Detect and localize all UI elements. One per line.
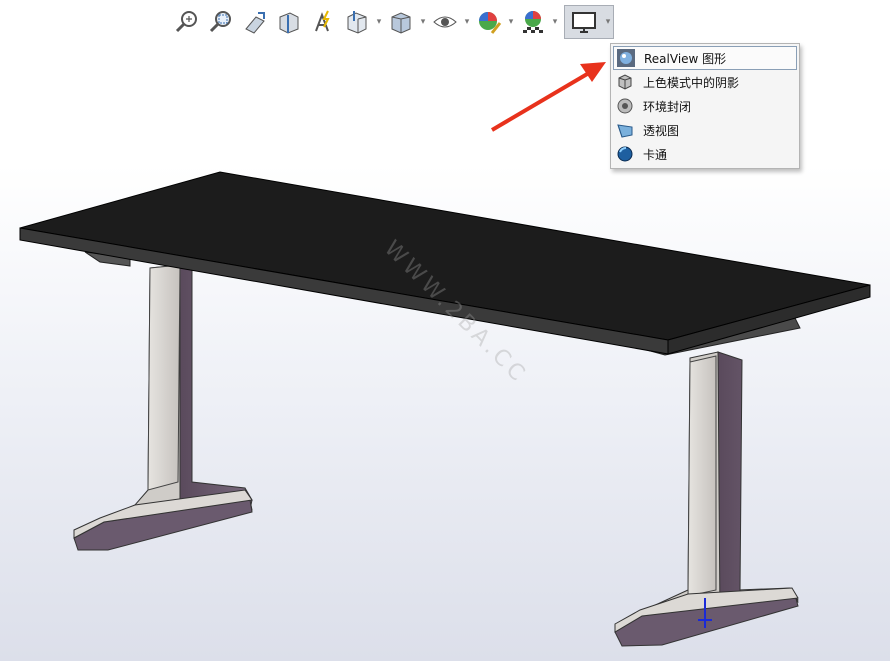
left-leg — [73, 264, 253, 551]
view-settings-dropdown[interactable]: ▾ — [603, 6, 613, 38]
menu-item-label: RealView 图形 — [644, 51, 727, 66]
menu-item-label: 上色模式中的阴影 — [643, 75, 740, 90]
hide-show-items-dropdown[interactable]: ▾ — [462, 5, 472, 39]
annotation-arrow — [490, 62, 606, 132]
view-settings-button[interactable] — [565, 6, 603, 38]
menu-item-label: 环境封闭 — [643, 99, 692, 114]
view-orientation-icon — [347, 11, 367, 34]
dynamic-annotation-views-icon — [315, 10, 330, 32]
previous-view-icon — [245, 12, 265, 34]
view-settings-menu: RealView 图形 上色模式中的阴影 环境封闭 透视图 卡通 — [610, 43, 800, 169]
heads-up-view-toolbar: ▾ ▾ ▾ ▾ ▾ ▾ — [170, 4, 614, 40]
perspective-icon — [615, 120, 635, 140]
view-orientation-button[interactable] — [340, 5, 374, 39]
cartoon-sphere-icon — [615, 144, 635, 164]
dynamic-annotation-views-button[interactable] — [306, 5, 340, 39]
menu-item-label: 卡通 — [643, 147, 668, 162]
shadow-cube-icon — [615, 72, 635, 92]
view-settings-icon — [572, 12, 596, 33]
hide-show-items-button[interactable] — [428, 5, 462, 39]
menu-item-ambient-occlusion[interactable]: 环境封闭 — [611, 94, 799, 118]
zoom-to-area-icon — [209, 11, 231, 33]
apply-scene-dropdown[interactable]: ▾ — [550, 5, 560, 39]
previous-view-button[interactable] — [238, 5, 272, 39]
edit-appearance-button[interactable] — [472, 5, 506, 39]
ambient-occlusion-icon — [615, 96, 635, 116]
hide-show-items-icon — [433, 16, 457, 28]
realview-sphere-icon — [616, 48, 636, 68]
edit-appearance-dropdown[interactable]: ▾ — [506, 5, 516, 39]
edit-appearance-icon — [479, 12, 502, 34]
menu-item-cartoon[interactable]: 卡通 — [611, 142, 799, 166]
display-style-button[interactable] — [384, 5, 418, 39]
display-style-dropdown[interactable]: ▾ — [418, 5, 428, 39]
section-view-button[interactable] — [272, 5, 306, 39]
apply-scene-icon — [523, 11, 543, 33]
menu-item-perspective[interactable]: 透视图 — [611, 118, 799, 142]
watermark: WWW.2BA.CC — [379, 236, 533, 389]
zoom-to-fit-button[interactable] — [170, 5, 204, 39]
zoom-to-fit-icon — [175, 11, 197, 33]
zoom-to-area-button[interactable] — [204, 5, 238, 39]
section-view-icon — [279, 12, 299, 34]
menu-item-label: 透视图 — [643, 123, 680, 138]
apply-scene-button[interactable] — [516, 5, 550, 39]
view-orientation-dropdown[interactable]: ▾ — [374, 5, 384, 39]
menu-item-realview[interactable]: RealView 图形 — [613, 46, 797, 70]
display-style-icon — [391, 12, 411, 34]
right-leg — [614, 351, 799, 647]
table-top — [19, 171, 871, 355]
menu-item-shadows-in-shaded-mode[interactable]: 上色模式中的阴影 — [611, 70, 799, 94]
